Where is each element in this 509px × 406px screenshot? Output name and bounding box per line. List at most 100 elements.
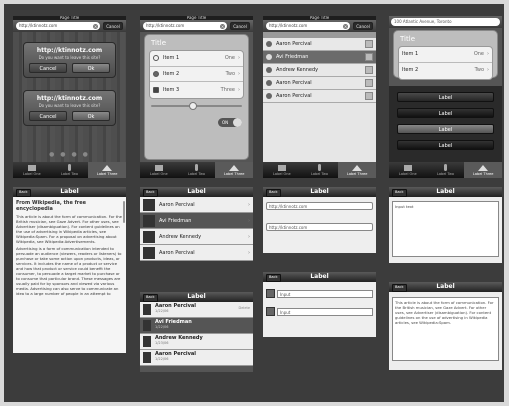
url-field[interactable]: http://ktinnotz.com [266,223,373,231]
tab-label: Label One [22,171,41,176]
location-search-input[interactable]: 100 Atlantic Avenue, Toronto [391,18,500,26]
back-button[interactable]: Back [392,189,407,197]
url-input[interactable]: http://ktinnotz.com × [143,22,227,30]
avatar [365,40,373,48]
alert-cancel-button[interactable]: Cancel [29,63,67,73]
url-field[interactable]: http://ktinnotz.com [266,202,373,210]
list-item[interactable]: Andrew Kennedy 1/23/06 [140,334,253,350]
clear-icon[interactable]: × [220,23,225,29]
tab-label-one[interactable]: Label One [140,162,178,178]
list-item[interactable]: Aaron Percival › [140,197,253,213]
item-value: One [473,51,484,58]
alert-message: Do you want to leave this site? [38,55,101,60]
photo-thumbnail [143,198,155,211]
tab-label: Label One [149,171,168,176]
textarea[interactable]: This article is about the form of commun… [392,297,499,361]
tab-label-one[interactable]: Label One [389,162,427,178]
slider-knob[interactable] [189,102,197,110]
item-value: Three [220,86,235,93]
item-value: Two [225,70,235,77]
delete-button[interactable]: Delete [239,306,251,317]
tab-label-three[interactable]: Label Three [464,162,502,178]
nav-title: Label [187,293,206,300]
radio-icon[interactable] [153,55,159,62]
page-indicator[interactable]: ● ● ● ● [13,151,126,158]
url-input[interactable]: http://ktinnotz.com × [266,22,350,30]
scrollbar[interactable] [123,201,125,223]
tab-label-three[interactable]: Label Three [88,162,126,178]
back-button[interactable]: Back [143,294,158,302]
list-item[interactable]: Aaron Percival [263,38,376,51]
alert-title: http://ktinnotz.com [36,95,103,102]
action-button[interactable]: Label [397,140,494,150]
toggle-knob [233,118,242,127]
list-item[interactable]: Aaron Percival 1/22/06 [140,350,253,366]
input-field[interactable]: Input [277,307,373,316]
action-button[interactable]: Label [397,108,494,118]
back-button[interactable]: Back [16,189,31,197]
list-item[interactable]: Andrew Kennedy › [140,229,253,245]
alert-ok-button[interactable]: Ok [72,63,110,73]
tab-label: Label Two [187,172,206,176]
item-row[interactable]: Item 1 One › [399,47,492,63]
clear-icon[interactable]: × [343,23,348,29]
tab-bar: Label One Label Two Label Three [389,162,502,178]
cancel-button[interactable]: Cancel [353,22,373,30]
list-item[interactable]: Aaron Percival › [140,245,253,261]
contact-name: Andrew Kennedy [159,233,202,240]
tab-label-one[interactable]: Label One [13,162,51,178]
item-row[interactable]: Item 1 One › [150,51,243,67]
back-button[interactable]: Back [266,274,281,282]
nav-title: Label [310,273,329,280]
tab-label-two[interactable]: Label Two [51,162,89,178]
mic-icon [68,164,71,171]
tab-label-two[interactable]: Label Two [427,162,465,178]
radio-selected-icon[interactable] [153,70,159,77]
cancel-button[interactable]: Cancel [230,22,250,30]
cancel-button[interactable]: Cancel [103,22,123,30]
tab-label-two[interactable]: Label Two [301,162,339,178]
form-area: Input Input [263,282,376,337]
contact-name: Andrew Kennedy [276,67,319,73]
alert-dialog: http://ktinnotz.com Do you want to leave… [23,42,116,78]
list-item[interactable]: Avi Friedman [263,51,376,64]
tab-label-three[interactable]: Label Three [215,162,253,178]
action-button[interactable]: Label [397,124,494,134]
list-item[interactable]: Avi Friedman 1/22/06 [140,318,253,334]
clear-icon[interactable]: × [93,23,98,29]
slider[interactable] [151,102,242,110]
tab-label-two[interactable]: Label Two [178,162,216,178]
phone-thumbnail [143,304,151,315]
nav-title: Label [187,188,206,195]
item-label: Item 2 [163,70,180,77]
url-input[interactable]: http://ktinnotz.com × [16,22,100,30]
textarea[interactable]: Input text [392,201,499,257]
list-item[interactable]: Aaron Percival 1/22/06 Delete [140,302,253,318]
tab-label-three[interactable]: Label Three [338,162,376,178]
alert-cancel-button[interactable]: Cancel [29,111,67,121]
item-row[interactable]: Item 2 Two › [399,63,492,79]
checkbox-icon[interactable] [153,86,159,93]
tab-label-one[interactable]: Label One [263,162,301,178]
list-item[interactable]: Avi Friedman › [140,213,253,229]
action-button[interactable]: Label [397,92,494,102]
back-button[interactable]: Back [392,284,407,292]
phone-thumbnail [143,336,151,347]
contact-name: Aaron Percival [159,249,195,256]
nav-bar: Back Label [140,187,253,197]
item-row[interactable]: Item 2 Two › [150,67,243,83]
contact-name: Avi Friedman [159,217,192,224]
input-field[interactable]: Input [277,289,373,298]
phone-action-sheet: 100 Atlantic Avenue, Toronto Title Item … [389,16,502,178]
toggle-switch[interactable]: ON [218,118,242,127]
list-item[interactable]: Andrew Kennedy [263,64,376,77]
item-date: 1/22/06 [155,357,169,361]
tab-bar: Label One Label Two Label Three [13,162,126,178]
back-button[interactable]: Back [266,189,281,197]
list-item[interactable]: Aaron Percival [263,77,376,90]
back-button[interactable]: Back [143,189,158,197]
contact-name: Aaron Percival [276,80,312,86]
alert-ok-button[interactable]: Ok [72,111,110,121]
list-item[interactable]: Aaron Percival [263,90,376,103]
item-row[interactable]: Item 3 Three › [150,82,243,98]
